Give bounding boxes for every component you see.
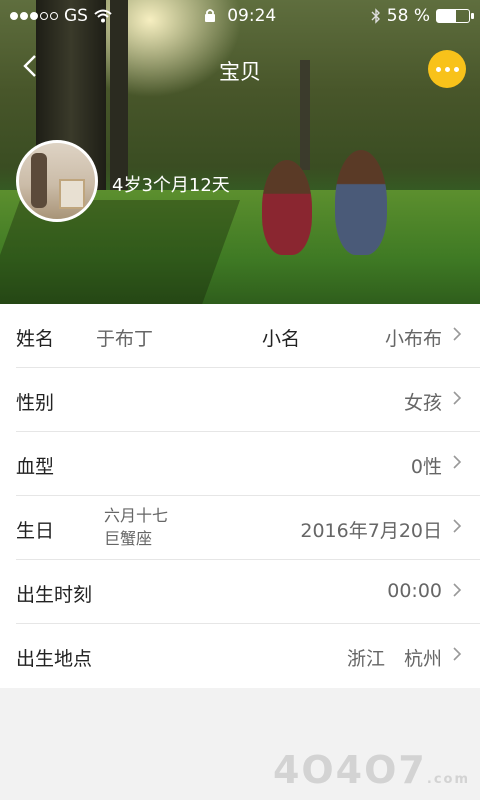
birth-place-row[interactable]: 出生地点 浙江 杭州 xyxy=(16,624,480,688)
bluetooth-icon xyxy=(371,8,380,24)
zodiac-sign: 巨蟹座 xyxy=(104,529,153,548)
blood-type-row[interactable]: 血型 0性 xyxy=(16,432,480,496)
nav-bar: 宝贝 xyxy=(0,40,480,96)
clock: 09:24 xyxy=(227,6,277,26)
child-figure xyxy=(262,160,312,255)
status-bar: GS 09:24 58 % xyxy=(0,0,480,30)
age-label: 4岁3个月12天 xyxy=(112,175,230,196)
chevron-right-icon xyxy=(453,455,462,469)
chevron-right-icon xyxy=(453,647,462,661)
lunar-date: 六月十七 xyxy=(104,506,169,525)
birth-place-value: 浙江 杭州 xyxy=(346,648,442,670)
child-figure xyxy=(335,150,387,255)
blood-type-value: 0性 xyxy=(410,456,442,478)
birth-time-value: 00:00 xyxy=(387,580,442,602)
blood-type-label: 血型 xyxy=(16,456,55,478)
birth-time-label: 出生时刻 xyxy=(16,584,93,606)
gender-value: 女孩 xyxy=(403,392,442,414)
chevron-right-icon xyxy=(453,327,462,341)
birth-place-label: 出生地点 xyxy=(16,648,93,670)
watermark-logo: 4O4O7.com xyxy=(272,748,470,792)
birthday-row[interactable]: 生日 六月十七 巨蟹座 2016年7月20日 xyxy=(16,496,480,560)
birthday-value: 2016年7月20日 xyxy=(300,520,442,542)
chevron-right-icon xyxy=(453,519,462,533)
more-dots-icon xyxy=(435,66,441,72)
battery-percent: 58 % xyxy=(386,6,430,26)
avatar[interactable] xyxy=(16,140,98,222)
lock-icon xyxy=(204,9,215,22)
gender-row[interactable]: 性别 女孩 xyxy=(16,368,480,432)
more-button[interactable] xyxy=(428,50,466,88)
page-title: 宝贝 xyxy=(219,60,261,84)
birth-time-row[interactable]: 出生时刻 00:00 xyxy=(16,560,480,624)
nickname-value: 小布布 xyxy=(384,328,442,350)
name-label: 姓名 xyxy=(16,328,55,350)
battery-icon xyxy=(436,9,474,23)
name-row[interactable]: 姓名 于布丁 小名 小布布 xyxy=(16,304,480,368)
birthday-label: 生日 xyxy=(16,520,55,542)
nickname-label: 小名 xyxy=(262,328,301,350)
chevron-right-icon xyxy=(453,583,462,597)
cover-photo: GS 09:24 58 % 宝贝 4岁3个月12天 xyxy=(0,0,480,304)
name-value: 于布丁 xyxy=(96,328,154,350)
profile-list: 姓名 于布丁 小名 小布布 性别 女孩 血型 0性 生日 六月十七 巨蟹座 20… xyxy=(0,304,480,688)
gender-label: 性别 xyxy=(16,392,55,414)
chevron-right-icon xyxy=(453,391,462,405)
